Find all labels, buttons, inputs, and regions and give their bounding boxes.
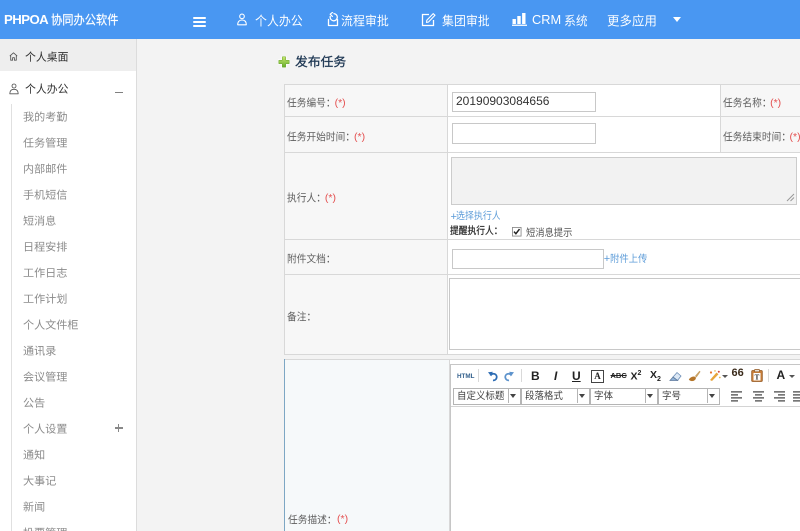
- svg-text:T: T: [754, 373, 759, 381]
